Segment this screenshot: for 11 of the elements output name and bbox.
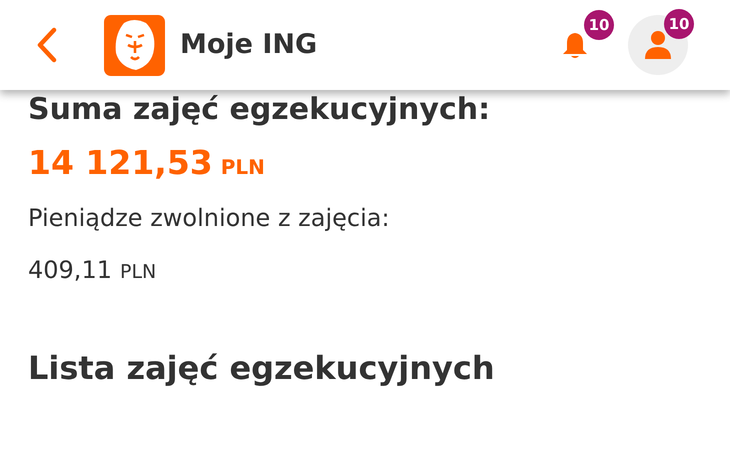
currency-label: PLN	[220, 154, 265, 181]
list-heading: Lista zajęć egzekucyjnych	[28, 348, 496, 388]
profile-badge: 10	[664, 9, 694, 39]
total-amount: 14 121,53	[28, 142, 213, 184]
app-title: Moje ING	[180, 28, 318, 62]
released-label: Pieniądze zwolnione z zajęcia:	[28, 202, 391, 234]
notification-badge: 10	[584, 10, 614, 40]
person-icon	[642, 29, 674, 61]
currency-label: PLN	[120, 260, 156, 284]
released-amount: 409,11	[28, 254, 112, 286]
section-heading: Suma zajęć egzekucyjnych:	[28, 91, 492, 129]
